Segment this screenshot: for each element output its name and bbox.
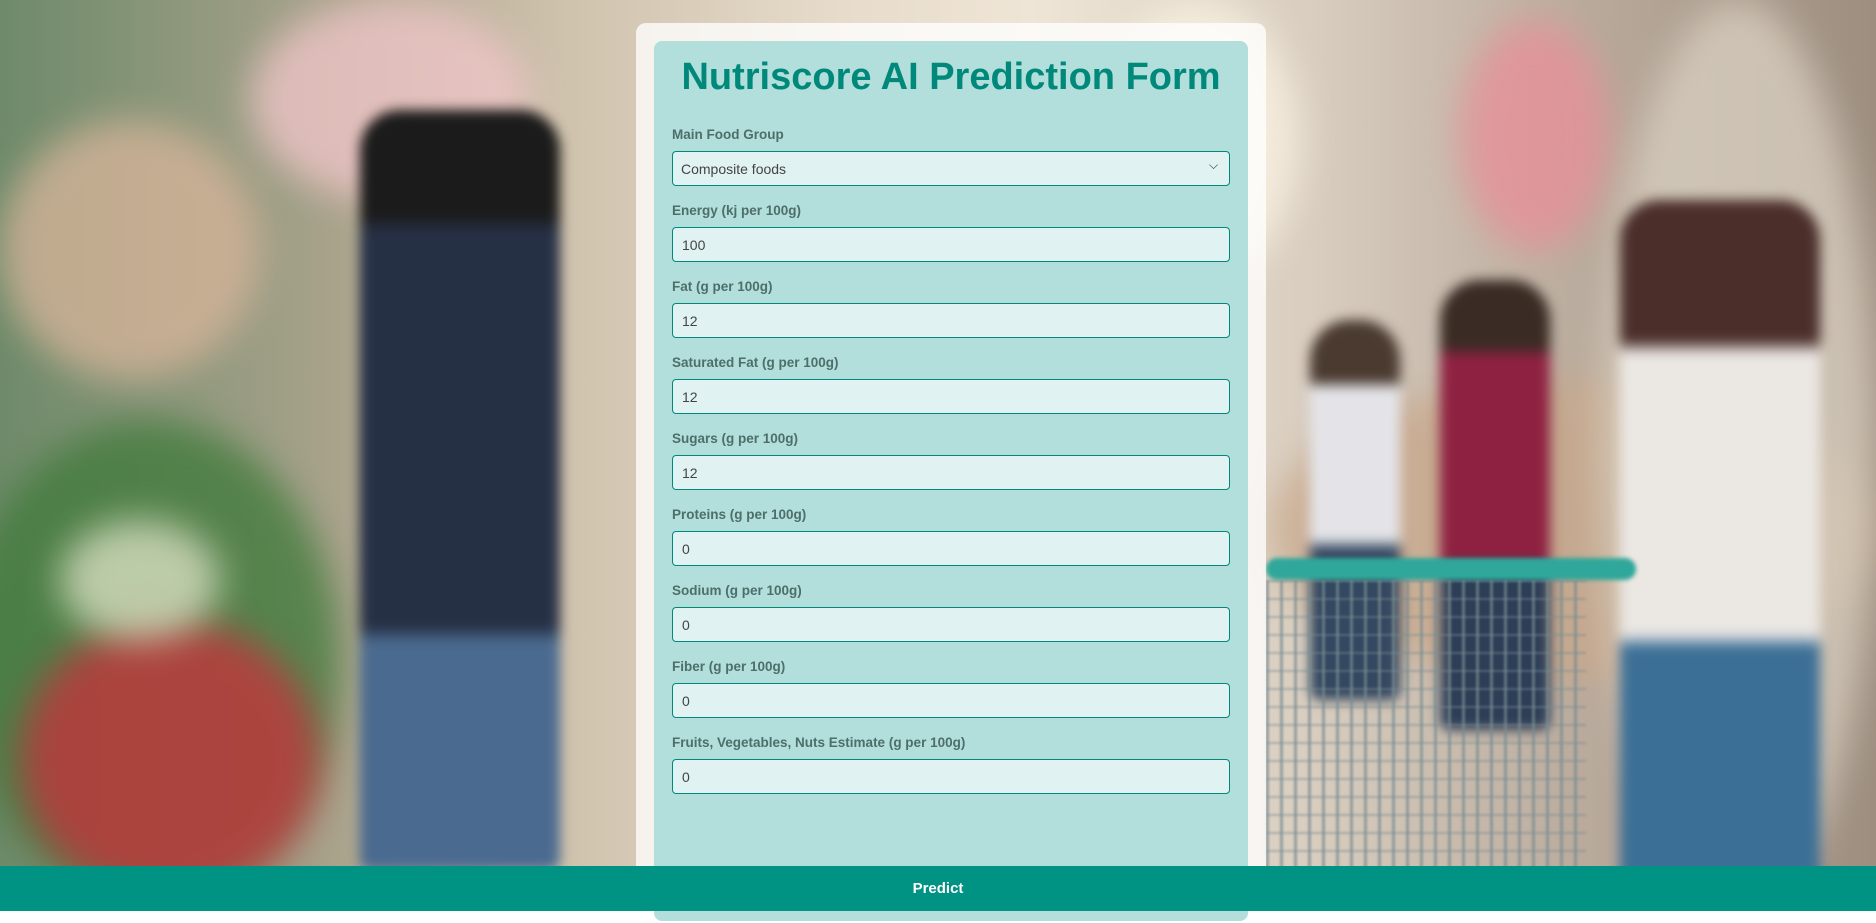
energy-input[interactable] [672, 227, 1230, 262]
chevron-down-icon: ⌵ [1209, 158, 1219, 172]
sugars-input[interactable] [672, 455, 1230, 490]
fiber-label: Fiber (g per 100g) [672, 659, 786, 674]
main-food-group-label: Main Food Group [672, 127, 784, 142]
fruits-vegetables-nuts-input[interactable] [672, 759, 1230, 794]
sugars-label: Sugars (g per 100g) [672, 431, 799, 446]
saturated-fat-input[interactable] [672, 379, 1230, 414]
predict-button[interactable]: Predict [0, 866, 1876, 911]
proteins-input[interactable] [672, 531, 1230, 566]
shopping-cart [1266, 580, 1586, 870]
sodium-label: Sodium (g per 100g) [672, 583, 802, 598]
shopper-figure [1620, 200, 1820, 900]
fat-label: Fat (g per 100g) [672, 279, 773, 294]
proteins-label: Proteins (g per 100g) [672, 507, 807, 522]
page-title: Nutriscore AI Prediction Form [681, 56, 1221, 98]
energy-label: Energy (kj per 100g) [672, 203, 802, 218]
fiber-input[interactable] [672, 683, 1230, 718]
cart-handle [1266, 558, 1636, 580]
fat-input[interactable] [672, 303, 1230, 338]
fruits-vegetables-nuts-label: Fruits, Vegetables, Nuts Estimate (g per… [672, 735, 966, 750]
saturated-fat-label: Saturated Fat (g per 100g) [672, 355, 839, 370]
shopper-figure [360, 110, 560, 870]
sodium-input[interactable] [672, 607, 1230, 642]
main-food-group-select[interactable]: Composite foods [672, 151, 1230, 186]
